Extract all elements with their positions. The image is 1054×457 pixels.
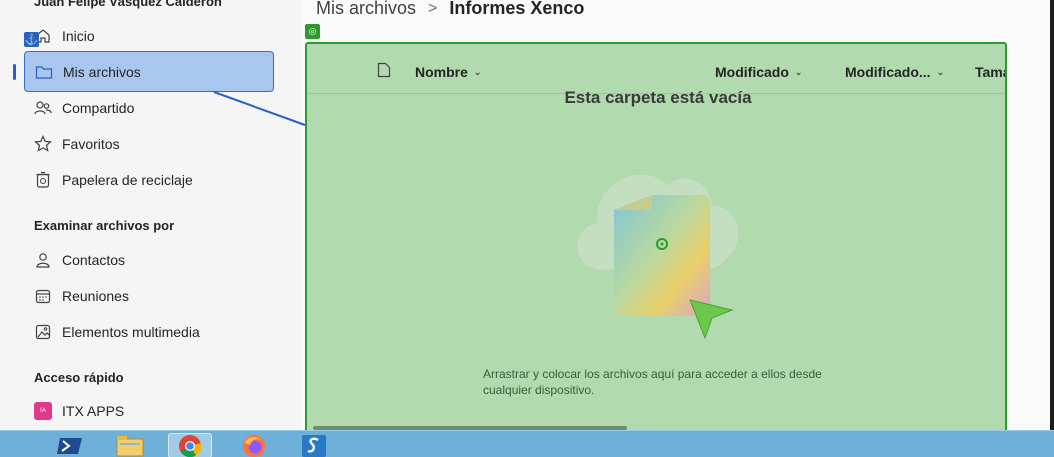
taskbar-chrome[interactable] [168, 433, 212, 457]
firefox-icon [243, 434, 265, 457]
taskbar-firefox[interactable] [232, 433, 276, 457]
taskbar [0, 430, 1054, 457]
column-modificado-por[interactable]: Modificado... ⌄ [845, 64, 944, 80]
taskbar-file-explorer[interactable] [108, 433, 152, 457]
column-label: Tama [975, 64, 1007, 80]
empty-folder-title: Esta carpeta está vacía [564, 88, 752, 107]
empty-folder-description: Arrastrar y colocar los archivos aquí pa… [483, 367, 822, 397]
file-type-icon [377, 62, 391, 81]
app-s-icon [302, 434, 326, 457]
empty-folder-illustration [576, 173, 740, 340]
column-label: Nombre [415, 64, 468, 80]
column-label: Modificado [715, 64, 789, 80]
chevron-down-icon: ⌄ [473, 66, 482, 77]
column-nombre[interactable]: Nombre ⌄ [415, 64, 481, 80]
chevron-down-icon: ⌄ [794, 66, 803, 77]
taskbar-powershell[interactable] [48, 433, 92, 457]
chrome-icon [179, 434, 202, 457]
taskbar-app-s[interactable] [292, 433, 336, 457]
drop-zone[interactable]: Nombre ⌄ Modificado ⌄ Modificado... ⌄ Ta… [305, 42, 1007, 438]
powershell-icon [57, 437, 82, 454]
column-modificado[interactable]: Modificado ⌄ [715, 64, 802, 80]
column-tamano[interactable]: Tama [975, 64, 1007, 80]
column-label: Modificado... [845, 64, 931, 80]
chevron-down-icon: ⌄ [936, 66, 945, 77]
target-icon: ◎ [305, 24, 320, 39]
file-explorer-icon [116, 435, 144, 456]
